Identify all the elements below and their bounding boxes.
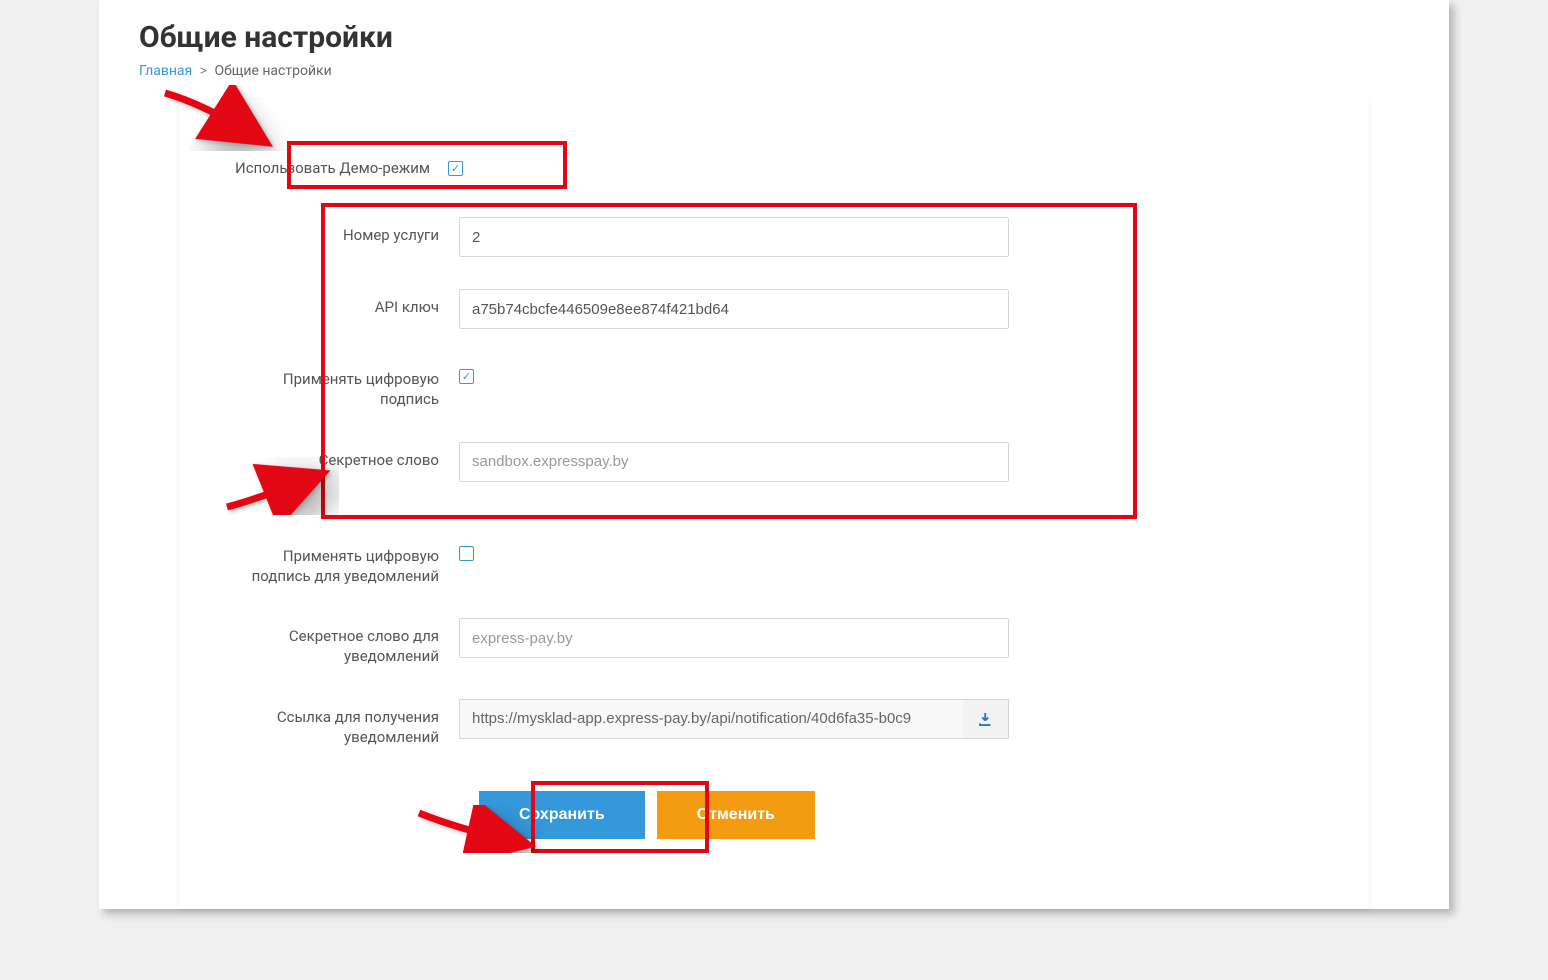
cancel-button[interactable]: Отменить bbox=[657, 791, 815, 839]
service-number-label: Номер услуги bbox=[229, 217, 459, 245]
demo-mode-label: Использовать Демо-режим bbox=[235, 159, 448, 177]
notify-secret-label: Секретное слово для уведомлений bbox=[229, 618, 459, 667]
api-key-input[interactable] bbox=[459, 289, 1009, 329]
page-title: Общие настройки bbox=[139, 20, 1409, 55]
breadcrumb-separator: > bbox=[200, 63, 207, 79]
notify-secret-input[interactable] bbox=[459, 618, 1009, 658]
service-number-input[interactable] bbox=[459, 217, 1009, 257]
digital-sign-label: Применять цифровую подпись bbox=[229, 361, 459, 410]
notify-url-label: Ссылка для получения уведомлений bbox=[229, 699, 459, 748]
digital-sign-checkbox[interactable]: ✓ bbox=[459, 369, 474, 384]
notify-sign-checkbox[interactable]: ✓ bbox=[459, 546, 474, 561]
breadcrumb-current: Общие настройки bbox=[215, 63, 332, 79]
breadcrumb: Главная > Общие настройки bbox=[139, 63, 1409, 79]
secret-word-label: Секретное слово bbox=[229, 442, 459, 470]
api-key-label: API ключ bbox=[229, 289, 459, 317]
notify-sign-label: Применять цифровую подпись для уведомлен… bbox=[229, 538, 459, 587]
save-button[interactable]: Сохранить bbox=[479, 791, 645, 839]
demo-mode-checkbox[interactable]: ✓ bbox=[448, 161, 463, 176]
breadcrumb-home[interactable]: Главная bbox=[139, 63, 192, 79]
copy-icon bbox=[977, 710, 995, 728]
notify-url-input[interactable] bbox=[459, 699, 1009, 739]
copy-url-button[interactable] bbox=[963, 699, 1009, 739]
secret-word-input[interactable] bbox=[459, 442, 1009, 482]
